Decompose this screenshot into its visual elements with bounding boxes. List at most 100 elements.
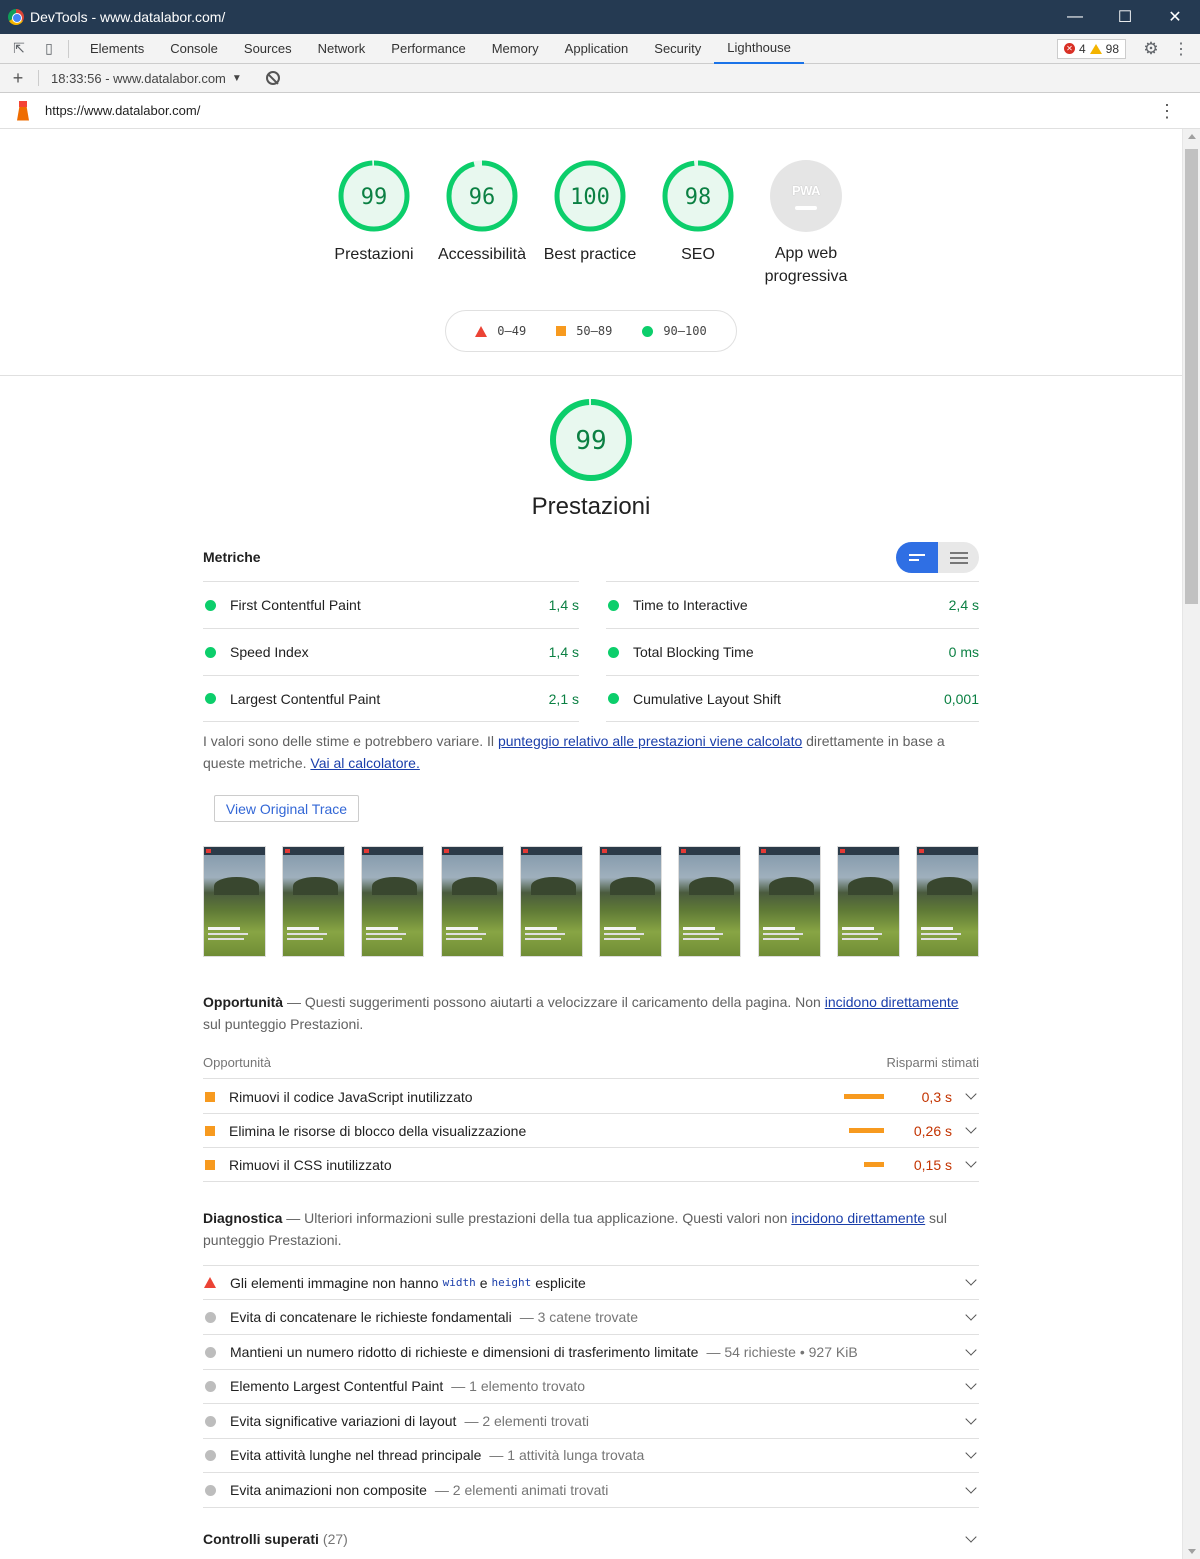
gauge-label: SEO xyxy=(681,246,715,263)
metric-row: Speed Index 1,4 s xyxy=(203,628,579,675)
pass-dot-icon xyxy=(608,599,619,611)
metric-name: First Contentful Paint xyxy=(230,597,361,613)
gauge-score: 99 xyxy=(361,185,388,210)
tab-sources[interactable]: Sources xyxy=(231,34,305,64)
chevron-down-icon[interactable] xyxy=(965,1156,977,1168)
chevron-down-icon[interactable] xyxy=(965,1530,977,1543)
metrics-right-column: Time to Interactive 2,4 s Total Blocking … xyxy=(606,581,979,722)
dropdown-caret-icon[interactable]: ▼ xyxy=(232,73,242,84)
opportunities-docs-link[interactable]: incidono direttamente xyxy=(825,994,959,1010)
diagnostic-detail: — 3 catene trovate xyxy=(519,1309,639,1325)
metrics-view-toggle[interactable] xyxy=(896,542,979,573)
pass-dot-icon xyxy=(205,693,216,704)
metric-row: First Contentful Paint 1,4 s xyxy=(203,581,579,628)
gauge-accessibility[interactable]: 96 Accessibilità xyxy=(428,159,536,288)
tab-elements[interactable]: Elements xyxy=(77,34,157,64)
chevron-down-icon[interactable] xyxy=(965,1088,977,1100)
fail-triangle-icon xyxy=(204,1277,216,1288)
opportunity-row[interactable]: Rimuovi il codice JavaScript inutilizzat… xyxy=(203,1080,979,1114)
tab-console[interactable]: Console xyxy=(157,34,231,64)
gauge-best-practices[interactable]: 100 Best practice xyxy=(536,159,644,288)
chevron-down-icon[interactable] xyxy=(965,1412,977,1425)
chevron-down-icon[interactable] xyxy=(965,1122,977,1134)
score-legend: 0–49 50–89 90–100 xyxy=(445,310,737,352)
metric-name: Total Blocking Time xyxy=(633,644,754,660)
metrics-left-column: First Contentful Paint 1,4 s Speed Index 1… xyxy=(203,581,579,722)
diagnostic-title: Evita significative variazioni di layout xyxy=(230,1413,457,1429)
report-selector[interactable]: 18:33:56 - www.datalabor.com xyxy=(51,71,226,86)
diagnostic-title: esplicite xyxy=(535,1274,586,1291)
pwa-label-line1: App web xyxy=(774,245,838,262)
opportunity-row[interactable]: Elimina le risorse di blocco della visua… xyxy=(203,1114,979,1148)
inspect-element-icon[interactable]: ⇱ xyxy=(8,38,30,60)
expanded-view-icon[interactable] xyxy=(938,542,979,573)
new-report-icon[interactable]: + xyxy=(8,68,28,89)
diagnostic-title: e xyxy=(479,1274,488,1291)
section-divider xyxy=(0,375,1182,376)
vertical-scrollbar[interactable] xyxy=(1182,129,1200,1559)
pass-dot-icon xyxy=(608,646,619,658)
metric-value: 0,001 xyxy=(943,690,979,707)
scroll-down-arrow-icon[interactable] xyxy=(1188,1549,1196,1554)
score-calculation-link[interactable]: punteggio relativo alle prestazioni vien… xyxy=(498,733,802,749)
tab-memory[interactable]: Memory xyxy=(479,34,552,64)
maximize-button[interactable]: ☐ xyxy=(1100,0,1150,34)
opportunity-row[interactable]: Rimuovi il CSS inutilizzato 0,15 s xyxy=(203,1148,979,1182)
device-toolbar-icon[interactable]: ▯ xyxy=(38,38,60,60)
diagnostics-heading: Diagnostica xyxy=(203,1210,283,1226)
metric-value: 0 ms xyxy=(948,644,979,660)
calculator-link[interactable]: Vai al calcolatore. xyxy=(310,755,419,771)
tab-security[interactable]: Security xyxy=(641,34,714,64)
chevron-down-icon[interactable] xyxy=(965,1481,977,1494)
diagnostic-row[interactable]: Gli elementi immagine non hanno width e … xyxy=(203,1265,979,1300)
error-icon: ✕ xyxy=(1063,43,1075,54)
chevron-down-icon[interactable] xyxy=(965,1308,977,1321)
metric-value: 2,4 s xyxy=(948,597,979,613)
diagnostic-row[interactable]: Evita di concatenare le richieste fondam… xyxy=(203,1300,979,1335)
chevron-down-icon[interactable] xyxy=(965,1446,977,1459)
diagnostics-docs-link[interactable]: incidono direttamente xyxy=(791,1210,925,1226)
issues-counter[interactable]: ✕ 4 98 xyxy=(1056,38,1126,59)
more-options-icon[interactable]: ⋮ xyxy=(1170,38,1192,60)
filmstrip-frame xyxy=(519,846,583,957)
gauge-performance[interactable]: 99 Prestazioni xyxy=(320,159,428,288)
diagnostic-row[interactable]: Evita animazioni non composite — 2 eleme… xyxy=(203,1473,979,1508)
settings-gear-icon[interactable]: ⚙ xyxy=(1140,38,1162,60)
description-text: — Ulteriori informazioni sulle prestazio… xyxy=(282,1210,792,1226)
opportunity-title: Rimuovi il codice JavaScript inutilizzat… xyxy=(229,1088,473,1105)
code-height: height xyxy=(491,1276,532,1289)
metric-row: Total Blocking Time 0 ms xyxy=(606,628,979,675)
legend-fail: 0–49 xyxy=(497,324,527,338)
tab-lighthouse[interactable]: Lighthouse xyxy=(714,34,804,64)
diagnostics-description: Diagnostica — Ulteriori informazioni sul… xyxy=(203,1207,979,1251)
close-window-button[interactable]: ✕ xyxy=(1150,0,1200,34)
view-trace-button[interactable]: View Original Trace xyxy=(214,795,359,822)
chevron-down-icon[interactable] xyxy=(965,1343,977,1356)
performance-title: Prestazioni xyxy=(531,493,651,520)
passed-audits-toggle[interactable]: Controlli superati (27) xyxy=(203,1530,979,1547)
compact-view-icon[interactable] xyxy=(896,542,938,573)
gauge-seo[interactable]: 98 SEO xyxy=(644,159,752,288)
filmstrip-frame xyxy=(361,846,425,957)
window-title: DevTools - www.datalabor.com/ xyxy=(30,9,226,25)
diagnostic-row[interactable]: Elemento Largest Contentful Paint — 1 el… xyxy=(203,1369,979,1404)
clear-reports-icon[interactable] xyxy=(265,71,280,85)
tab-performance[interactable]: Performance xyxy=(378,34,478,64)
legend-average: 50–89 xyxy=(576,324,613,338)
minimize-button[interactable]: — xyxy=(1050,0,1100,34)
report-menu-icon[interactable]: ⋮ xyxy=(1158,102,1176,120)
column-opportunity: Opportunità xyxy=(203,1055,271,1070)
tab-application[interactable]: Application xyxy=(552,34,642,64)
code-width: width xyxy=(442,1276,476,1289)
gauge-pwa[interactable]: PWA App web progressiva xyxy=(752,159,860,288)
scroll-up-arrow-icon[interactable] xyxy=(1188,134,1196,139)
tab-network[interactable]: Network xyxy=(305,34,379,64)
scrollbar-thumb[interactable] xyxy=(1185,149,1198,604)
chevron-down-icon[interactable] xyxy=(965,1274,977,1286)
legend-pass: 90–100 xyxy=(663,324,707,338)
info-dot-icon xyxy=(205,1346,216,1358)
diagnostic-row[interactable]: Evita significative variazioni di layout… xyxy=(203,1404,979,1439)
diagnostic-row[interactable]: Evita attività lunghe nel thread princip… xyxy=(203,1438,979,1473)
diagnostic-row[interactable]: Mantieni un numero ridotto di richieste … xyxy=(203,1335,979,1370)
chevron-down-icon[interactable] xyxy=(965,1377,977,1390)
